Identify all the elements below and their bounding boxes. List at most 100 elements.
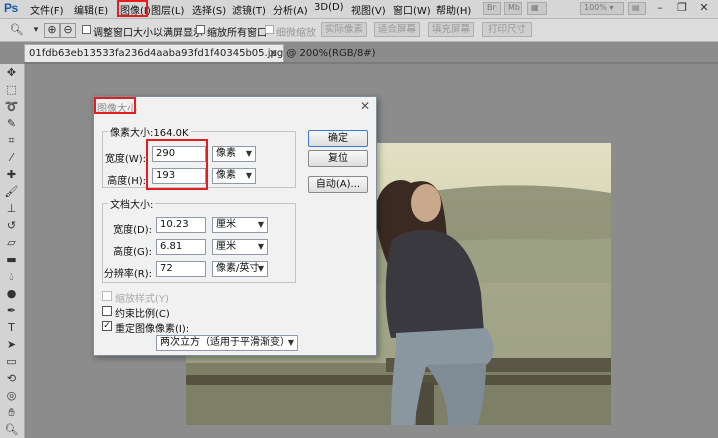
- reset-button[interactable]: 复位: [308, 150, 368, 167]
- resample-method-select[interactable]: 两次立方（适用于平滑渐变） ▼: [156, 335, 298, 351]
- close-icon[interactable]: ✕: [360, 99, 370, 113]
- menu-help[interactable]: 帮助(H): [436, 2, 471, 17]
- chevron-down-icon[interactable]: ▾: [30, 23, 42, 37]
- chevron-down-icon: ▼: [257, 242, 264, 251]
- hand-tool-icon[interactable]: ✋︎: [3, 406, 20, 420]
- image-size-dialog: 图像大小 ✕ 像素大小:164.0K 宽度(W): 290 像素 ▼ 高度(H):…: [93, 96, 377, 356]
- quick-select-tool-icon[interactable]: ✎: [3, 117, 20, 131]
- menu-bar: Ps 文件(F) 编辑(E) 图像(I) 图层(L) 选择(S) 滤镜(T) 分…: [0, 0, 718, 19]
- pixel-width-unit-value: 像素: [216, 148, 236, 159]
- brush-tool-icon[interactable]: 🖌︎: [3, 185, 20, 199]
- pixel-width-unit-select[interactable]: 像素 ▼: [212, 146, 256, 162]
- zoom-all-label: 缩放所有窗口: [207, 28, 267, 39]
- menu-layer[interactable]: 图层(L): [151, 2, 184, 17]
- doc-width-label: 宽度(D):: [113, 225, 152, 236]
- zoom-level-select[interactable]: 100% ▾: [580, 2, 624, 15]
- crop-tool-icon[interactable]: ⌗: [3, 134, 20, 148]
- resolution-label: 分辨率(R):: [103, 269, 152, 280]
- chevron-down-icon: ▼: [245, 149, 252, 158]
- doc-height-input[interactable]: 6.81: [156, 239, 206, 255]
- pixel-height-unit-value: 像素: [216, 170, 236, 181]
- menu-analysis[interactable]: 分析(A): [273, 2, 308, 17]
- blur-tool-icon[interactable]: 💧︎: [3, 270, 20, 284]
- doc-width-unit-select[interactable]: 厘米 ▼: [212, 217, 268, 233]
- shape-tool-icon[interactable]: ▭: [3, 355, 20, 369]
- stamp-tool-icon[interactable]: ⊥: [3, 202, 20, 216]
- dialog-title-highlight: [94, 97, 136, 114]
- menu-edit[interactable]: 编辑(E): [74, 2, 108, 17]
- resample-label: 重定图像像素(I):: [115, 324, 190, 335]
- gradient-tool-icon[interactable]: ▬: [3, 253, 20, 267]
- bridge-icon[interactable]: Br: [483, 2, 501, 15]
- eraser-tool-icon[interactable]: ▱: [3, 236, 20, 250]
- constrain-proportions-checkbox[interactable]: [102, 306, 112, 316]
- ok-button[interactable]: 确定: [308, 130, 368, 147]
- menu-select[interactable]: 选择(S): [192, 2, 226, 17]
- resolution-unit-value: 像素/英寸: [216, 263, 260, 274]
- restore-button[interactable]: ❐: [672, 1, 692, 16]
- pixel-height-label: 高度(H):: [107, 176, 146, 187]
- fit-screen-button[interactable]: 适合屏幕: [374, 22, 420, 37]
- document-ruler-strip: [24, 62, 718, 64]
- menu-filter[interactable]: 滤镜(T): [232, 2, 266, 17]
- close-icon[interactable]: ✕: [269, 45, 278, 62]
- arrange-documents-icon[interactable]: ▤: [628, 2, 646, 15]
- move-tool-icon[interactable]: ✥: [3, 66, 20, 80]
- menu-file[interactable]: 文件(F): [30, 2, 64, 17]
- print-size-button[interactable]: 打印尺寸: [482, 22, 532, 37]
- document-tab[interactable]: 01fdb63eb13533fa236d4aaba93fd1f40345b05.…: [24, 44, 376, 62]
- resolution-unit-select[interactable]: 像素/英寸 ▼: [212, 261, 268, 277]
- type-tool-icon[interactable]: T: [3, 321, 20, 335]
- pixel-height-unit-select[interactable]: 像素 ▼: [212, 168, 256, 184]
- zoom-all-checkbox[interactable]: [196, 25, 205, 34]
- resize-windows-checkbox[interactable]: [82, 25, 91, 34]
- menu-window[interactable]: 窗口(W): [393, 2, 431, 17]
- chevron-down-icon: ▼: [245, 171, 252, 180]
- healing-brush-icon[interactable]: ✚: [3, 168, 20, 182]
- chevron-down-icon: ▼: [257, 264, 264, 273]
- zoom-tool-icon[interactable]: 🔍︎: [8, 23, 25, 37]
- resample-method-value: 两次立方（适用于平滑渐变）: [160, 337, 290, 348]
- chevron-down-icon: ▼: [287, 338, 294, 347]
- menu-3d[interactable]: 3D(D): [314, 2, 344, 13]
- scale-styles-checkbox[interactable]: [102, 291, 112, 301]
- pen-tool-icon[interactable]: ✒: [3, 304, 20, 318]
- view-extras-icon[interactable]: ▦: [527, 2, 547, 15]
- menu-view[interactable]: 视图(V): [351, 2, 386, 17]
- resample-checkbox[interactable]: ✓: [102, 321, 112, 331]
- zoom-tool-icon[interactable]: 🔍︎: [3, 423, 20, 437]
- 3d-rotate-tool-icon[interactable]: ⟲: [3, 372, 20, 386]
- scrubby-zoom-checkbox[interactable]: [265, 25, 274, 34]
- menu-image-highlight: [117, 0, 148, 17]
- zoom-in-icon[interactable]: ⊕: [44, 23, 60, 38]
- close-button[interactable]: ✕: [694, 1, 714, 16]
- pixel-dimensions-legend: 像素大小:164.0K: [108, 124, 191, 139]
- actual-pixels-button[interactable]: 实际像素: [321, 22, 367, 37]
- dodge-tool-icon[interactable]: ●: [3, 287, 20, 301]
- document-size-legend: 文档大小:: [108, 196, 156, 211]
- photoshop-logo: Ps: [4, 1, 18, 15]
- zoom-out-icon[interactable]: ⊖: [60, 23, 76, 38]
- lasso-tool-icon[interactable]: ➰: [3, 100, 20, 114]
- scale-styles-label: 缩放样式(Y): [115, 294, 169, 305]
- minimize-button[interactable]: –: [650, 1, 670, 16]
- options-bar: 🔍︎ ▾ ⊕ ⊖ 调整窗口大小以满屏显示 缩放所有窗口 细微缩放 实际像素 适合…: [0, 19, 718, 42]
- resize-windows-label: 调整窗口大小以满屏显示: [93, 28, 203, 39]
- auto-button[interactable]: 自动(A)...: [308, 176, 368, 193]
- 3d-orbit-tool-icon[interactable]: ◎: [3, 389, 20, 403]
- minibridge-icon[interactable]: Mb: [504, 2, 522, 15]
- resolution-input[interactable]: 72: [156, 261, 206, 277]
- doc-width-unit-value: 厘米: [216, 219, 236, 230]
- history-brush-icon[interactable]: ↺: [3, 219, 20, 233]
- marquee-tool-icon[interactable]: ⬚: [3, 83, 20, 97]
- toolbox: ✥ ⬚ ➰ ✎ ⌗ ⁄ ✚ 🖌︎ ⊥ ↺ ▱ ▬ 💧︎ ● ✒ T ➤ ▭ ⟲ …: [0, 64, 25, 438]
- scrubby-zoom-label: 细微缩放: [276, 28, 316, 39]
- zoom-level-value: 100%: [584, 3, 607, 12]
- path-select-tool-icon[interactable]: ➤: [3, 338, 20, 352]
- doc-width-input[interactable]: 10.23: [156, 217, 206, 233]
- document-tab-title: 01fdb63eb13533fa236d4aaba93fd1f40345b05.…: [29, 48, 376, 59]
- fill-screen-button[interactable]: 填充屏幕: [428, 22, 474, 37]
- doc-height-label: 高度(G):: [113, 247, 152, 258]
- eyedropper-tool-icon[interactable]: ⁄: [3, 151, 20, 165]
- doc-height-unit-select[interactable]: 厘米 ▼: [212, 239, 268, 255]
